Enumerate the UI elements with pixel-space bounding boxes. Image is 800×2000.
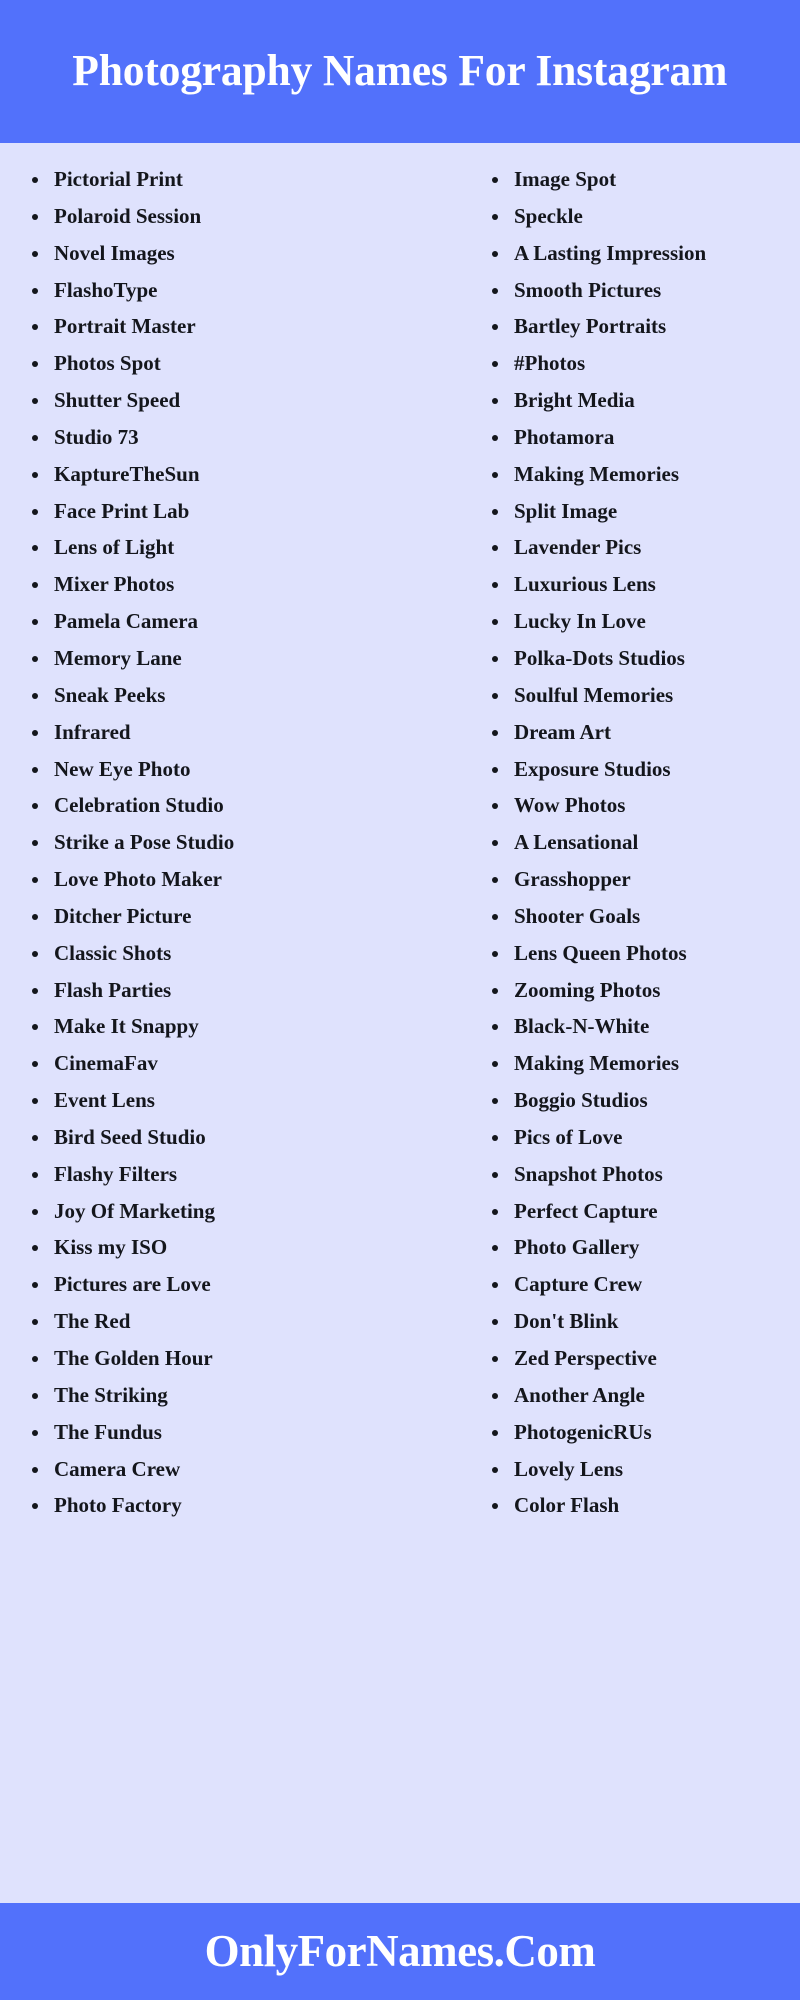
list-item: Studio 73 — [32, 419, 446, 456]
list-item: Exposure Studios — [492, 751, 800, 788]
list-item: Mixer Photos — [32, 566, 446, 603]
list-item: Bird Seed Studio — [32, 1119, 446, 1156]
list-item: Classic Shots — [32, 935, 446, 972]
list-item: Event Lens — [32, 1082, 446, 1119]
page-title: Photography Names For Instagram — [72, 46, 728, 96]
list-item: Shooter Goals — [492, 898, 800, 935]
names-left-column: Pictorial Print Polaroid Session Novel Ima… — [0, 161, 446, 1524]
list-item: The Striking — [32, 1377, 446, 1414]
list-item: KaptureTheSun — [32, 456, 446, 493]
list-item: Snapshot Photos — [492, 1156, 800, 1193]
list-item: Photo Factory — [32, 1487, 446, 1524]
list-item: Polaroid Session — [32, 198, 446, 235]
list-item: Split Image — [492, 493, 800, 530]
list-item: Make It Snappy — [32, 1008, 446, 1045]
list-item: Another Angle — [492, 1377, 800, 1414]
list-item: Face Print Lab — [32, 493, 446, 530]
list-item: Sneak Peeks — [32, 677, 446, 714]
list-item: Novel Images — [32, 235, 446, 272]
list-item: Soulful Memories — [492, 677, 800, 714]
list-item: Zooming Photos — [492, 972, 800, 1009]
list-item: PhotogenicRUs — [492, 1414, 800, 1451]
list-item: Smooth Pictures — [492, 272, 800, 309]
list-item: New Eye Photo — [32, 751, 446, 788]
list-item: Perfect Capture — [492, 1193, 800, 1230]
list-item: Making Memories — [492, 456, 800, 493]
header-banner: Photography Names For Instagram — [0, 0, 800, 143]
list-item: Grasshopper — [492, 861, 800, 898]
list-item: Polka-Dots Studios — [492, 640, 800, 677]
list-item: Don't Blink — [492, 1303, 800, 1340]
site-name: OnlyForNames.Com — [204, 1926, 596, 1976]
list-item: Bright Media — [492, 382, 800, 419]
list-item: Speckle — [492, 198, 800, 235]
list-item: Color Flash — [492, 1487, 800, 1524]
list-item: Photo Gallery — [492, 1229, 800, 1266]
list-item: Camera Crew — [32, 1451, 446, 1488]
list-item: Lavender Pics — [492, 529, 800, 566]
list-item: The Fundus — [32, 1414, 446, 1451]
list-item: Capture Crew — [492, 1266, 800, 1303]
list-item: Shutter Speed — [32, 382, 446, 419]
names-columns: Pictorial Print Polaroid Session Novel Ima… — [0, 161, 800, 1524]
list-item: Lens of Light — [32, 529, 446, 566]
names-right-column: Image Spot Speckle A Lasting Impression Smo… — [446, 161, 800, 1524]
list-item: Pics of Love — [492, 1119, 800, 1156]
list-item: Infrared — [32, 714, 446, 751]
list-item: Wow Photos — [492, 787, 800, 824]
names-list-area: Pictorial Print Polaroid Session Novel Ima… — [0, 143, 800, 1903]
list-item: A Lensational — [492, 824, 800, 861]
list-item: Image Spot — [492, 161, 800, 198]
list-item: The Golden Hour — [32, 1340, 446, 1377]
list-item: Flashy Filters — [32, 1156, 446, 1193]
list-item: Ditcher Picture — [32, 898, 446, 935]
list-item: Luxurious Lens — [492, 566, 800, 603]
list-item: Celebration Studio — [32, 787, 446, 824]
list-item: Lovely Lens — [492, 1451, 800, 1488]
list-item: Photamora — [492, 419, 800, 456]
list-item: Pictorial Print — [32, 161, 446, 198]
list-item: Kiss my ISO — [32, 1229, 446, 1266]
list-item: Making Memories — [492, 1045, 800, 1082]
list-item: Pictures are Love — [32, 1266, 446, 1303]
list-item: Zed Perspective — [492, 1340, 800, 1377]
list-item: #Photos — [492, 345, 800, 382]
list-item: Love Photo Maker — [32, 861, 446, 898]
list-item: Flash Parties — [32, 972, 446, 1009]
footer-banner: OnlyForNames.Com — [0, 1903, 800, 2000]
list-item: Lucky In Love — [492, 603, 800, 640]
list-item: Boggio Studios — [492, 1082, 800, 1119]
list-item: Joy Of Marketing — [32, 1193, 446, 1230]
list-item: Portrait Master — [32, 308, 446, 345]
list-item: Bartley Portraits — [492, 308, 800, 345]
list-item: The Red — [32, 1303, 446, 1340]
list-item: CinemaFav — [32, 1045, 446, 1082]
list-item: Lens Queen Photos — [492, 935, 800, 972]
list-item: Pamela Camera — [32, 603, 446, 640]
list-item: Strike a Pose Studio — [32, 824, 446, 861]
list-item: A Lasting Impression — [492, 235, 800, 272]
list-item: Photos Spot — [32, 345, 446, 382]
list-item: Dream Art — [492, 714, 800, 751]
list-item: FlashoType — [32, 272, 446, 309]
list-item: Memory Lane — [32, 640, 446, 677]
list-item: Black-N-White — [492, 1008, 800, 1045]
